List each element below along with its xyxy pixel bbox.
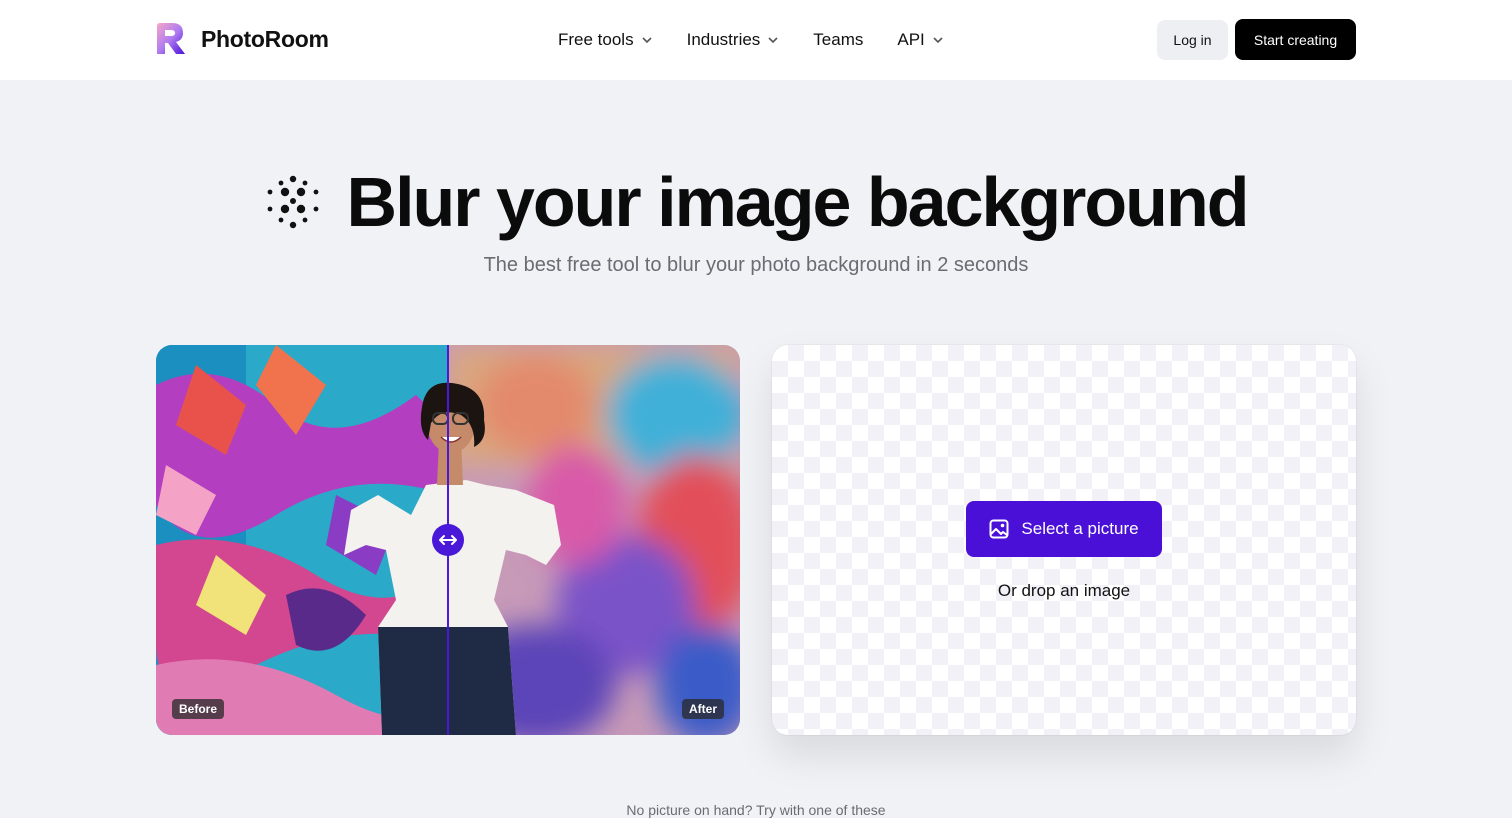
chevron-down-icon: [768, 37, 778, 44]
brand-name: PhotoRoom: [201, 25, 329, 52]
main-nav: Free tools Industries Teams API: [558, 27, 978, 53]
page-title: Blur your image background: [346, 163, 1250, 241]
select-picture-label: Select a picture: [1021, 519, 1139, 538]
login-button[interactable]: Log in: [1157, 20, 1228, 60]
start-creating-button[interactable]: Start creating: [1235, 19, 1356, 60]
nav-label: Free tools: [558, 30, 634, 49]
image-icon: [989, 519, 1009, 539]
nav-industries[interactable]: Industries: [687, 27, 780, 53]
nav-teams[interactable]: Teams: [813, 27, 863, 53]
upload-dropzone[interactable]: Select a picture Or drop an image: [772, 345, 1356, 735]
nav-api[interactable]: API: [897, 27, 943, 53]
top-navigation-bar: PhotoRoom Free tools Industries Teams AP…: [0, 0, 1512, 80]
page-subtitle: The best free tool to blur your photo ba…: [483, 254, 1029, 276]
nav-label: Teams: [813, 30, 864, 49]
photoroom-logo[interactable]: PhotoRoom: [155, 22, 329, 56]
select-picture-button[interactable]: Select a picture: [966, 501, 1162, 557]
chevron-down-icon: [642, 37, 652, 44]
nav-free-tools[interactable]: Free tools: [558, 27, 653, 53]
arrows-horizontal-icon: [439, 535, 457, 545]
sample-images-hint: No picture on hand? Try with one of thes…: [626, 802, 886, 818]
nav-label: Industries: [686, 30, 761, 49]
blur-dots-icon: [267, 175, 318, 229]
chevron-down-icon: [933, 37, 943, 44]
hero-heading: Blur your image background: [0, 162, 1512, 242]
drop-image-hint: Or drop an image: [997, 581, 1131, 600]
before-after-comparison[interactable]: Before After: [156, 345, 740, 735]
after-label: After: [681, 699, 724, 719]
comparison-slider-handle[interactable]: [432, 524, 464, 556]
nav-label: API: [897, 30, 925, 49]
photoroom-logo-icon: [157, 23, 185, 54]
before-label: Before: [172, 699, 225, 719]
